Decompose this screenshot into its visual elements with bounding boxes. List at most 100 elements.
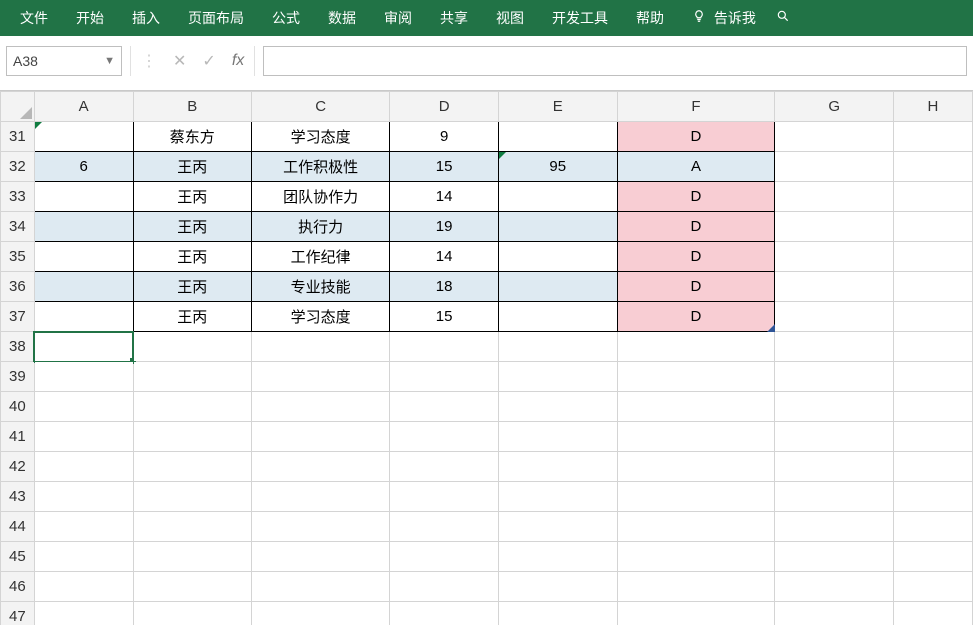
cell-B31[interactable]: 蔡东方 (133, 122, 252, 152)
row-header-32[interactable]: 32 (1, 152, 35, 182)
cell-H32[interactable] (893, 152, 972, 182)
cell-A32[interactable]: 6 (34, 152, 133, 182)
cell-B39[interactable] (133, 362, 252, 392)
cell-C37[interactable]: 学习态度 (252, 302, 390, 332)
cell-D36[interactable]: 18 (390, 272, 499, 302)
cell-E45[interactable] (498, 542, 617, 572)
cell-A41[interactable] (34, 422, 133, 452)
cell-A34[interactable] (34, 212, 133, 242)
cell-H37[interactable] (893, 302, 972, 332)
cell-G41[interactable] (775, 422, 893, 452)
name-box[interactable]: A38 ▼ (6, 46, 122, 76)
ribbon-tab-file[interactable]: 文件 (6, 0, 62, 36)
ribbon-tab-insert[interactable]: 插入 (118, 0, 174, 36)
row-header-42[interactable]: 42 (1, 452, 35, 482)
cell-D38[interactable] (390, 332, 499, 362)
cell-G43[interactable] (775, 482, 893, 512)
cell-H46[interactable] (893, 572, 972, 602)
cell-H42[interactable] (893, 452, 972, 482)
cell-C31[interactable]: 学习态度 (252, 122, 390, 152)
fx-icon[interactable]: fx (232, 52, 244, 70)
cell-E33[interactable] (498, 182, 617, 212)
row-header-47[interactable]: 47 (1, 602, 35, 625)
cell-B37[interactable]: 王丙 (133, 302, 252, 332)
cell-H43[interactable] (893, 482, 972, 512)
cell-G31[interactable] (775, 122, 893, 152)
cell-B35[interactable]: 王丙 (133, 242, 252, 272)
cell-D37[interactable]: 15 (390, 302, 499, 332)
cell-G35[interactable] (775, 242, 893, 272)
col-header-F[interactable]: F (617, 92, 775, 122)
cell-B33[interactable]: 王丙 (133, 182, 252, 212)
cell-E46[interactable] (498, 572, 617, 602)
cell-D42[interactable] (390, 452, 499, 482)
cell-E41[interactable] (498, 422, 617, 452)
cell-B38[interactable] (133, 332, 252, 362)
row-header-46[interactable]: 46 (1, 572, 35, 602)
cell-E47[interactable] (498, 602, 617, 625)
cell-F34[interactable]: D (617, 212, 775, 242)
cell-D34[interactable]: 19 (390, 212, 499, 242)
cell-G38[interactable] (775, 332, 893, 362)
cell-H33[interactable] (893, 182, 972, 212)
cell-F35[interactable]: D (617, 242, 775, 272)
cell-E44[interactable] (498, 512, 617, 542)
select-all-corner[interactable] (1, 92, 35, 122)
formula-input[interactable] (263, 46, 967, 76)
cell-H36[interactable] (893, 272, 972, 302)
cell-F45[interactable] (617, 542, 775, 572)
cell-H40[interactable] (893, 392, 972, 422)
cell-G46[interactable] (775, 572, 893, 602)
cell-F40[interactable] (617, 392, 775, 422)
cell-A35[interactable] (34, 242, 133, 272)
cell-F31[interactable]: D (617, 122, 775, 152)
cell-G32[interactable] (775, 152, 893, 182)
row-header-36[interactable]: 36 (1, 272, 35, 302)
cell-G33[interactable] (775, 182, 893, 212)
col-header-B[interactable]: B (133, 92, 252, 122)
cell-E39[interactable] (498, 362, 617, 392)
cell-C43[interactable] (252, 482, 390, 512)
row-header-38[interactable]: 38 (1, 332, 35, 362)
cell-A37[interactable] (34, 302, 133, 332)
cell-G37[interactable] (775, 302, 893, 332)
row-header-43[interactable]: 43 (1, 482, 35, 512)
cell-F36[interactable]: D (617, 272, 775, 302)
cell-D47[interactable] (390, 602, 499, 625)
cell-E34[interactable] (498, 212, 617, 242)
cell-H44[interactable] (893, 512, 972, 542)
cell-H38[interactable] (893, 332, 972, 362)
ribbon-tab-layout[interactable]: 页面布局 (174, 0, 258, 36)
ribbon-tab-view[interactable]: 视图 (482, 0, 538, 36)
cell-C41[interactable] (252, 422, 390, 452)
cell-E40[interactable] (498, 392, 617, 422)
cell-B45[interactable] (133, 542, 252, 572)
row-header-41[interactable]: 41 (1, 422, 35, 452)
cell-H31[interactable] (893, 122, 972, 152)
col-header-A[interactable]: A (34, 92, 133, 122)
cell-D33[interactable]: 14 (390, 182, 499, 212)
cell-C39[interactable] (252, 362, 390, 392)
cell-F32[interactable]: A (617, 152, 775, 182)
cell-G36[interactable] (775, 272, 893, 302)
col-header-E[interactable]: E (498, 92, 617, 122)
row-header-39[interactable]: 39 (1, 362, 35, 392)
cell-F37[interactable]: D (617, 302, 775, 332)
cell-A47[interactable] (34, 602, 133, 625)
spreadsheet-grid[interactable]: ABCDEFGH31蔡东方学习态度9D326王丙工作积极性1595A33王丙团队… (0, 91, 973, 625)
cell-G40[interactable] (775, 392, 893, 422)
ribbon-tab-data[interactable]: 数据 (314, 0, 370, 36)
row-header-34[interactable]: 34 (1, 212, 35, 242)
row-header-33[interactable]: 33 (1, 182, 35, 212)
cell-D41[interactable] (390, 422, 499, 452)
cell-C44[interactable] (252, 512, 390, 542)
more-icon[interactable]: ⋮ (141, 51, 157, 71)
cell-B32[interactable]: 王丙 (133, 152, 252, 182)
cell-D31[interactable]: 9 (390, 122, 499, 152)
cell-D39[interactable] (390, 362, 499, 392)
row-header-35[interactable]: 35 (1, 242, 35, 272)
cell-D40[interactable] (390, 392, 499, 422)
ribbon-tab-share[interactable]: 共享 (426, 0, 482, 36)
ribbon-tab-review[interactable]: 审阅 (370, 0, 426, 36)
cell-G44[interactable] (775, 512, 893, 542)
